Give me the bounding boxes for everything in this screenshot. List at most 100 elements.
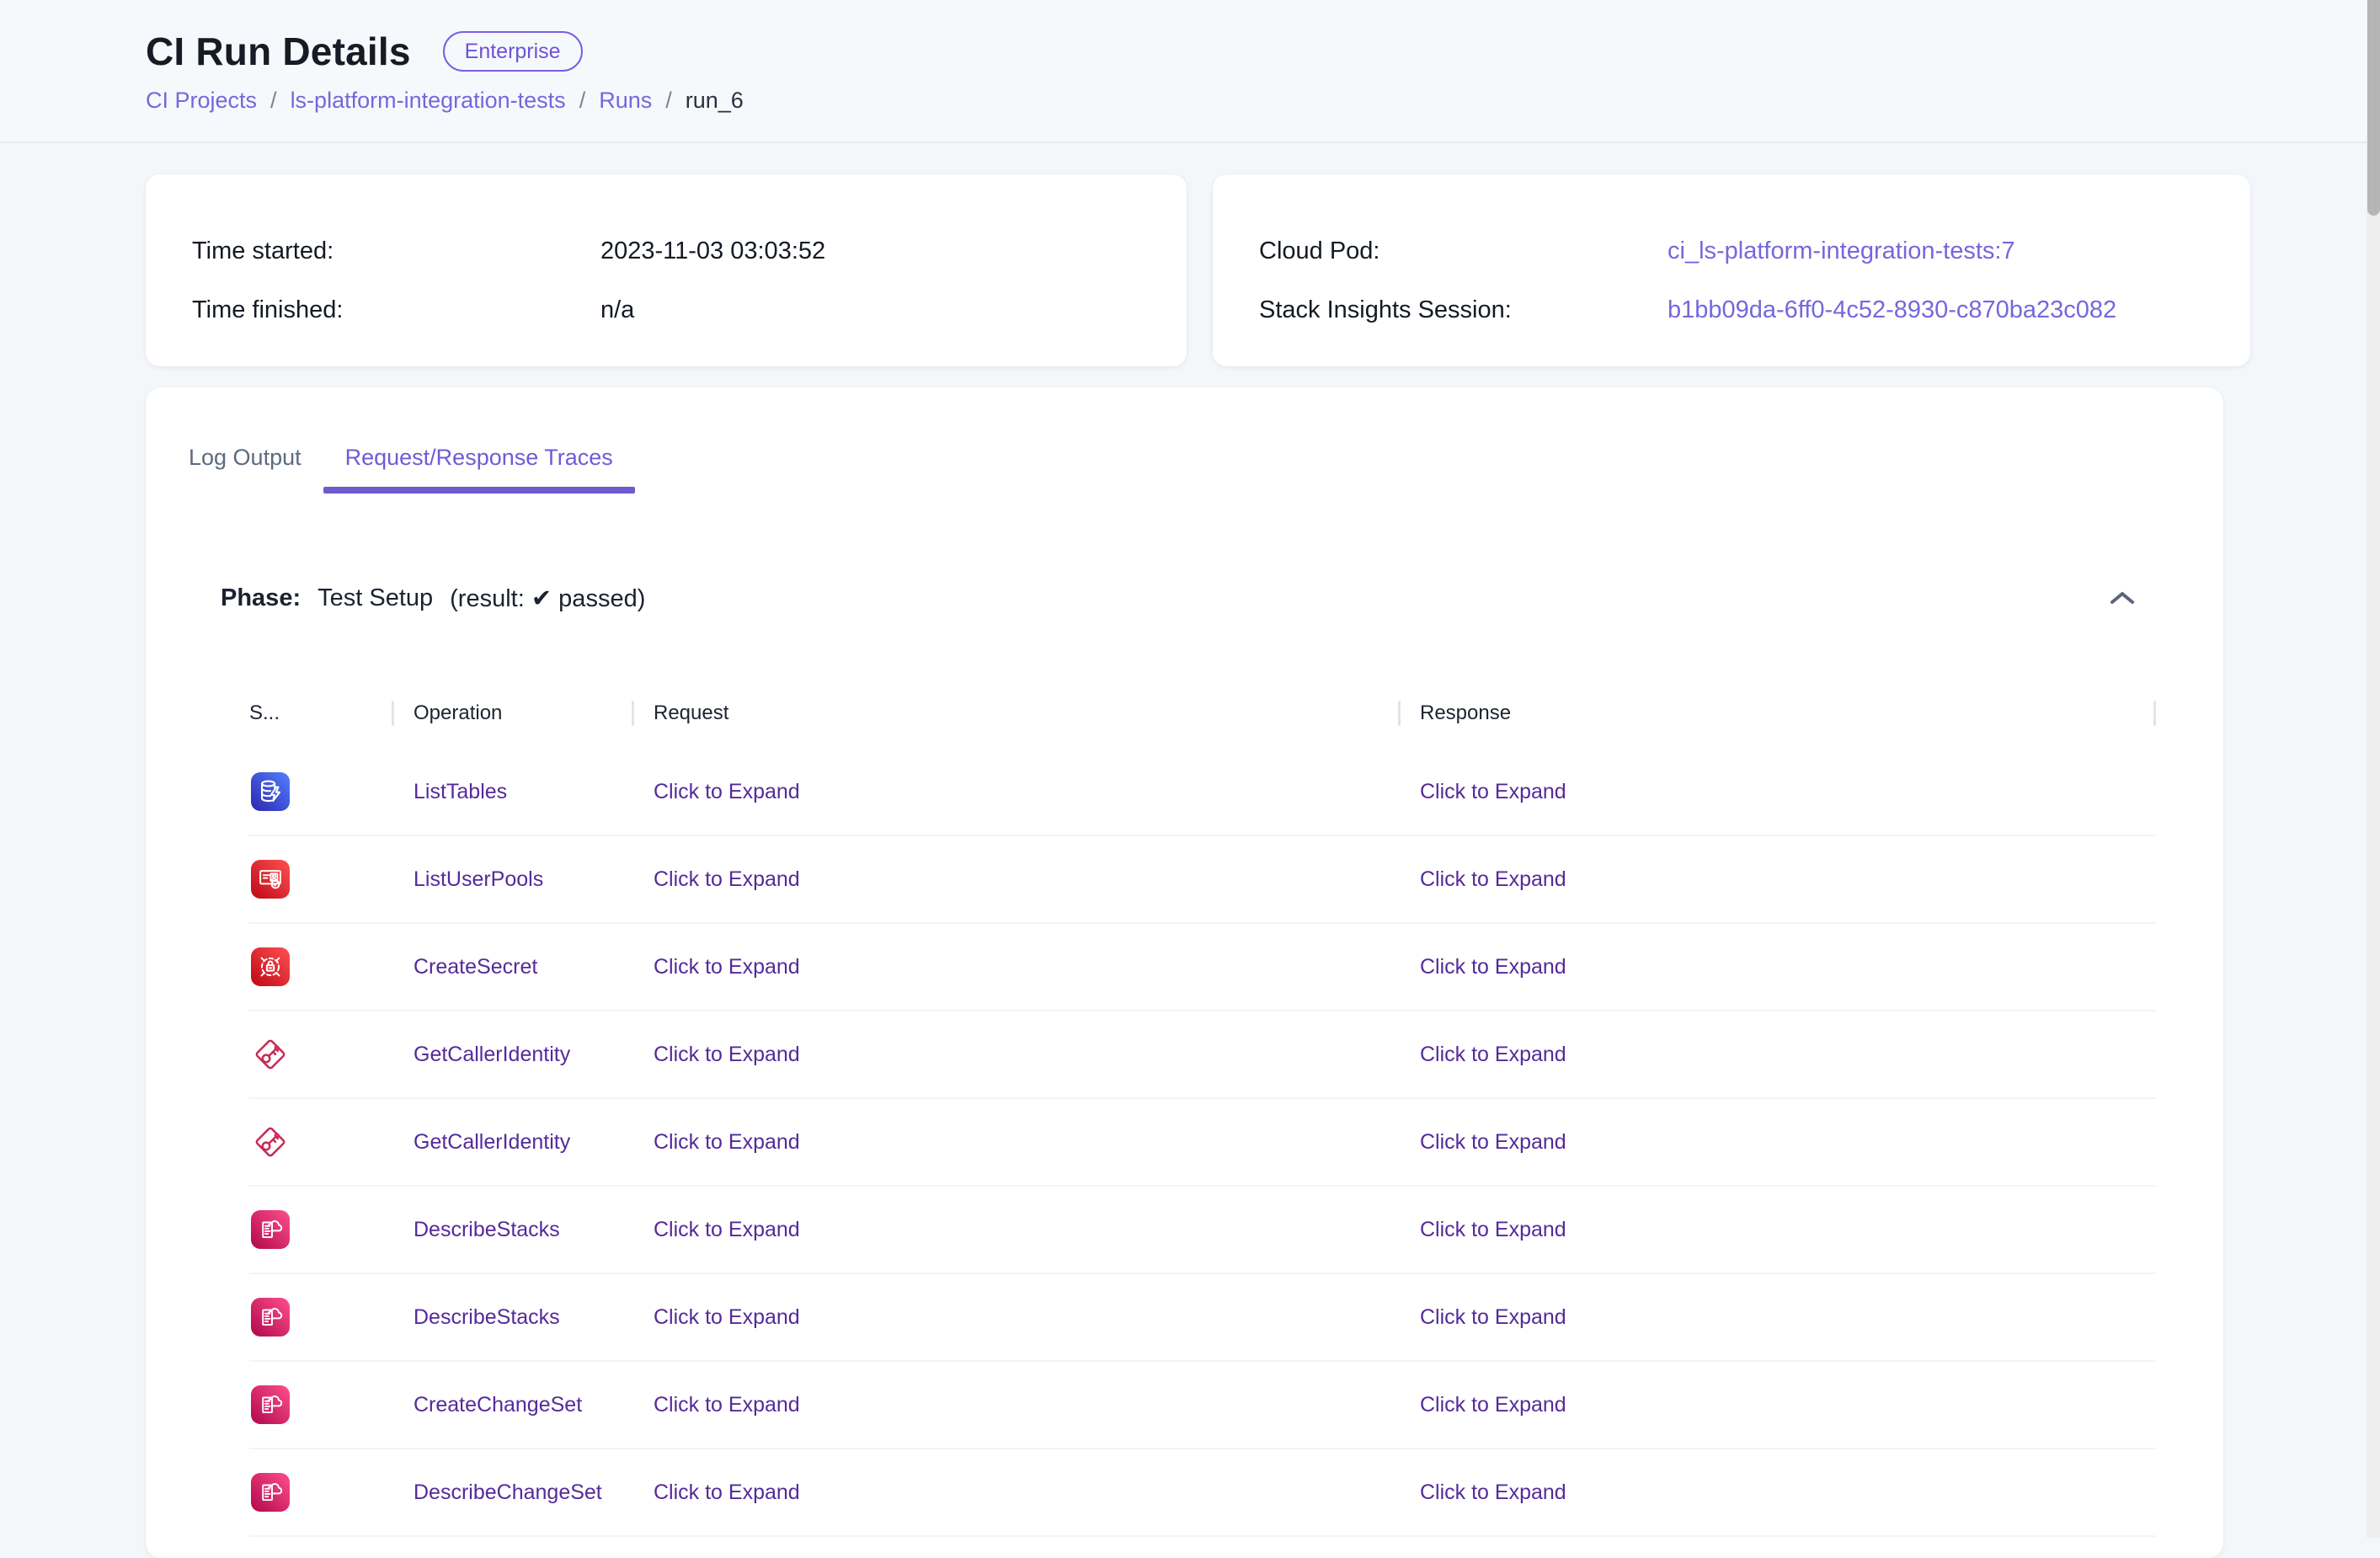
breadcrumb-item-runs[interactable]: Runs (599, 88, 652, 114)
breadcrumb-separator: / (579, 88, 586, 114)
dynamodb-icon (251, 772, 290, 811)
table-row: GetCallerIdentity Click to Expand Click to… (249, 1011, 2156, 1099)
trace-table-body: ListTables Click to Expand Click to Expand… (249, 749, 2156, 1537)
time-finished-value: n/a (600, 296, 634, 324)
breadcrumb-item-ci-projects[interactable]: CI Projects (146, 88, 257, 114)
response-cell: Click to Expand (1398, 1130, 2156, 1155)
request-expand-link[interactable]: Click to Expand (654, 1393, 800, 1417)
column-divider[interactable] (632, 701, 634, 726)
response-expand-link[interactable]: Click to Expand (1420, 1130, 1566, 1155)
request-cell: Click to Expand (632, 780, 1398, 804)
time-finished-row: Time finished: n/a (192, 280, 1187, 339)
request-expand-link[interactable]: Click to Expand (654, 780, 800, 804)
response-cell: Click to Expand (1398, 780, 2156, 804)
response-expand-link[interactable]: Click to Expand (1420, 1043, 1566, 1067)
table-row: ListTables Click to Expand Click to Expand (249, 749, 2156, 836)
chevron-up-icon (2110, 590, 2135, 606)
breadcrumb-separator: / (665, 88, 672, 114)
request-expand-link[interactable]: Click to Expand (654, 1481, 800, 1505)
request-cell: Click to Expand (632, 1393, 1398, 1417)
scrollbar-track[interactable] (2367, 0, 2380, 1538)
cloudformation-icon (251, 1210, 290, 1249)
operation-link[interactable]: DescribeStacks (414, 1218, 560, 1242)
request-cell: Click to Expand (632, 1305, 1398, 1330)
time-started-value: 2023-11-03 03:03:52 (600, 237, 825, 265)
breadcrumb-item-project[interactable]: ls-platform-integration-tests (291, 88, 566, 114)
operation-cell: ListTables (392, 780, 632, 804)
page-header: CI Run Details Enterprise CI Projects / … (0, 0, 2380, 143)
service-cell (249, 860, 392, 899)
response-expand-link[interactable]: Click to Expand (1420, 955, 1566, 979)
response-expand-link[interactable]: Click to Expand (1420, 1393, 1566, 1417)
cloud-pod-label: Cloud Pod: (1259, 237, 1668, 265)
operation-link[interactable]: DescribeStacks (414, 1305, 560, 1330)
request-cell: Click to Expand (632, 867, 1398, 892)
response-cell: Click to Expand (1398, 1043, 2156, 1067)
request-cell: Click to Expand (632, 1481, 1398, 1505)
traces-card: Log Output Request/Response Traces Phase… (146, 387, 2223, 1558)
cloudformation-icon (251, 1385, 290, 1424)
collapse-phase-button[interactable] (2102, 578, 2143, 618)
response-expand-link[interactable]: Click to Expand (1420, 1305, 1566, 1330)
tab-request-response-traces[interactable]: Request/Response Traces (323, 426, 635, 494)
breadcrumb: CI Projects / ls-platform-integration-te… (146, 88, 2380, 114)
request-expand-link[interactable]: Click to Expand (654, 867, 800, 892)
cloud-pod-link[interactable]: ci_ls-platform-integration-tests:7 (1668, 237, 2015, 265)
response-cell: Click to Expand (1398, 955, 2156, 979)
sts-icon (251, 1123, 290, 1161)
column-header-service: S... (249, 686, 392, 740)
response-expand-link[interactable]: Click to Expand (1420, 1218, 1566, 1242)
response-expand-link[interactable]: Click to Expand (1420, 867, 1566, 892)
operation-link[interactable]: ListTables (414, 780, 507, 804)
operation-link[interactable]: GetCallerIdentity (414, 1043, 570, 1067)
response-expand-link[interactable]: Click to Expand (1420, 780, 1566, 804)
table-row: DescribeStacks Click to Expand Click to Ex… (249, 1274, 2156, 1362)
table-row: GetCallerIdentity Click to Expand Click to… (249, 1099, 2156, 1187)
service-cell (249, 1473, 392, 1512)
operation-link[interactable]: DescribeChangeSet (414, 1481, 602, 1505)
response-cell: Click to Expand (1398, 1481, 2156, 1505)
title-row: CI Run Details Enterprise (146, 29, 2380, 74)
operation-link[interactable]: CreateChangeSet (414, 1393, 582, 1417)
column-header-operation: Operation (392, 686, 632, 740)
column-divider[interactable] (1398, 701, 1401, 726)
phase-name: Test Setup (318, 584, 433, 612)
column-header-response: Response (1398, 686, 2156, 740)
column-divider[interactable] (2153, 701, 2156, 726)
request-expand-link[interactable]: Click to Expand (654, 1305, 800, 1330)
summary-cards-row: Time started: 2023-11-03 03:03:52 Time f… (146, 174, 2250, 366)
run-times-card: Time started: 2023-11-03 03:03:52 Time f… (146, 174, 1187, 366)
time-started-row: Time started: 2023-11-03 03:03:52 (192, 221, 1187, 280)
request-cell: Click to Expand (632, 955, 1398, 979)
operation-cell: DescribeStacks (392, 1305, 632, 1330)
trace-table-header: S... Operation Request Response (249, 686, 2156, 740)
request-expand-link[interactable]: Click to Expand (654, 1218, 800, 1242)
stack-insights-link[interactable]: b1bb09da-6ff0-4c52-8930-c870ba23c082 (1668, 296, 2116, 324)
enterprise-badge: Enterprise (443, 31, 583, 72)
service-cell (249, 947, 392, 986)
scrollbar-thumb[interactable] (2367, 0, 2380, 216)
operation-link[interactable]: CreateSecret (414, 955, 537, 979)
request-cell: Click to Expand (632, 1130, 1398, 1155)
table-row: DescribeChangeSet Click to Expand Click to… (249, 1449, 2156, 1537)
table-row: CreateChangeSet Click to Expand Click to E… (249, 1362, 2156, 1449)
request-expand-link[interactable]: Click to Expand (654, 1130, 800, 1155)
request-expand-link[interactable]: Click to Expand (654, 955, 800, 979)
page-title: CI Run Details (146, 29, 411, 74)
phase-label: Phase: (221, 584, 301, 612)
cognito-icon (251, 860, 290, 899)
breadcrumb-item-current-run: run_6 (686, 88, 744, 114)
operation-link[interactable]: ListUserPools (414, 867, 543, 892)
response-expand-link[interactable]: Click to Expand (1420, 1481, 1566, 1505)
tabs: Log Output Request/Response Traces (167, 426, 635, 494)
operation-link[interactable]: GetCallerIdentity (414, 1130, 570, 1155)
tab-log-output[interactable]: Log Output (167, 426, 323, 494)
request-expand-link[interactable]: Click to Expand (654, 1043, 800, 1067)
cloudformation-icon (251, 1473, 290, 1512)
operation-cell: DescribeStacks (392, 1218, 632, 1242)
request-cell: Click to Expand (632, 1218, 1398, 1242)
column-divider[interactable] (392, 701, 394, 726)
stack-insights-row: Stack Insights Session: b1bb09da-6ff0-4c… (1259, 280, 2250, 339)
operation-cell: DescribeChangeSet (392, 1481, 632, 1505)
time-finished-label: Time finished: (192, 296, 600, 324)
